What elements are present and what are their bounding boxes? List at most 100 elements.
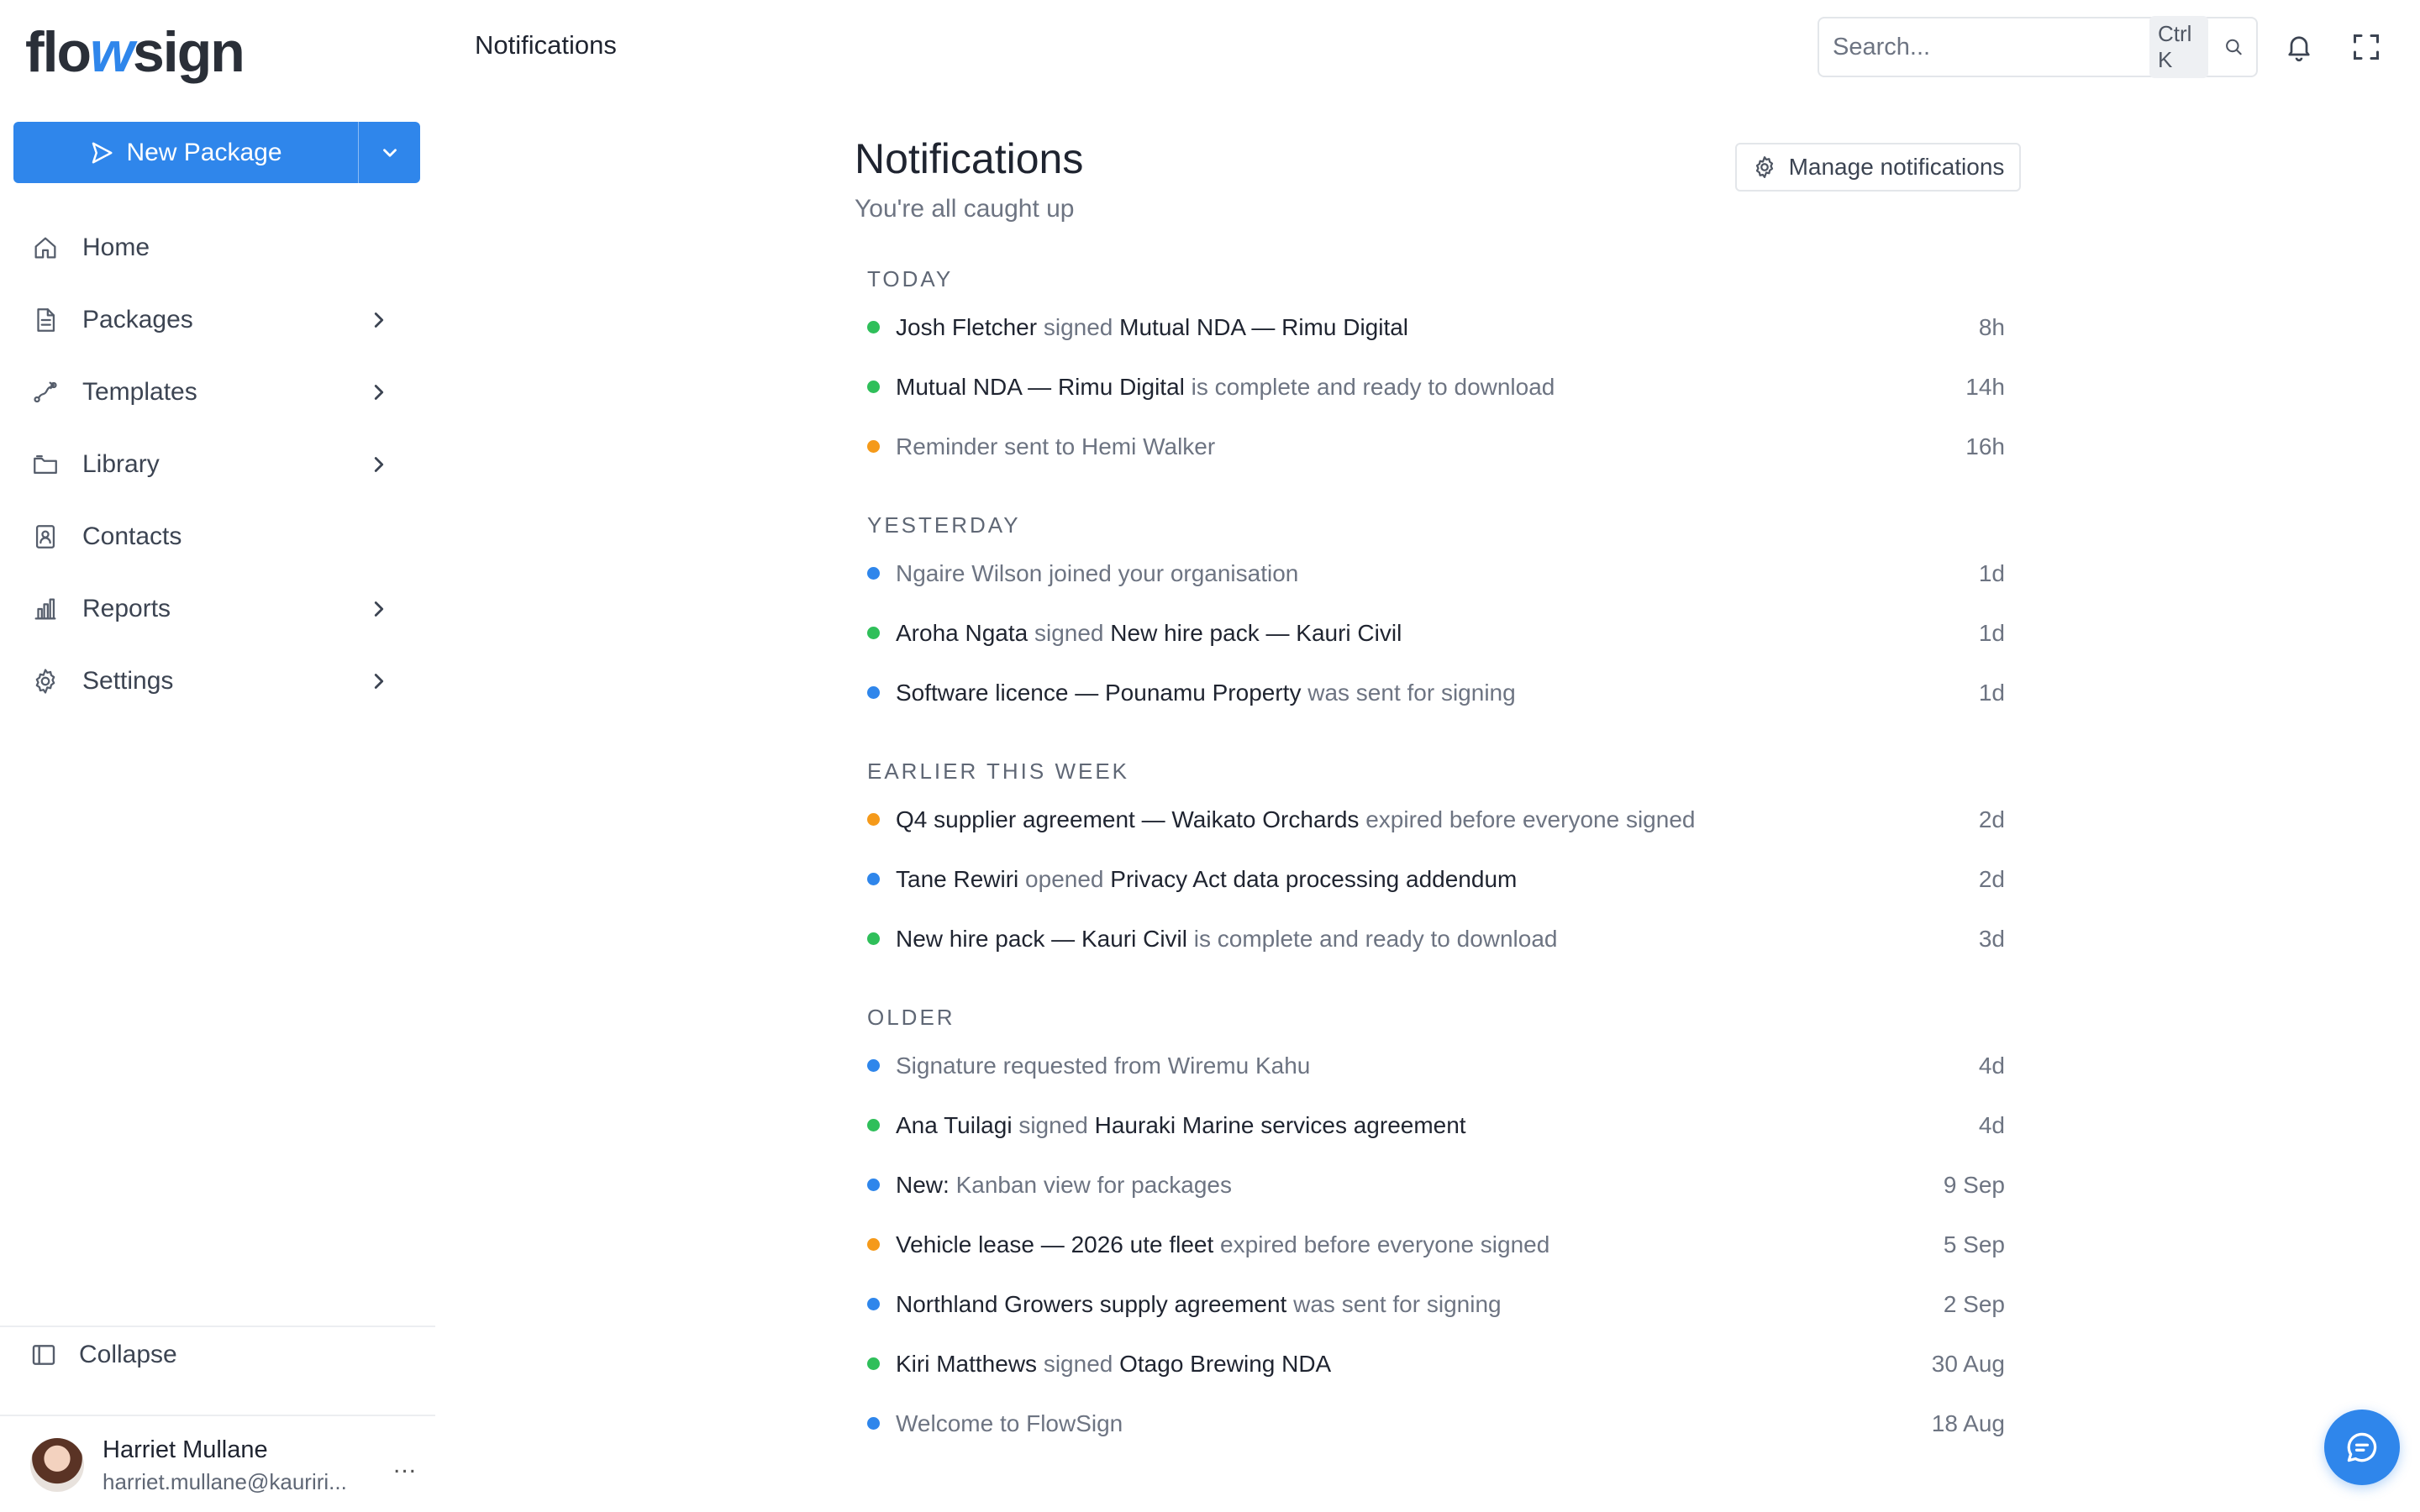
status-dot xyxy=(867,381,880,393)
sidebar-item-settings[interactable]: Settings xyxy=(13,645,408,717)
notification-text: Kiri Matthews signed Otago Brewing NDA xyxy=(896,1351,1909,1378)
notification-text-part: signed xyxy=(1037,313,1120,340)
notification-text: New: Kanban view for packages xyxy=(896,1172,1909,1199)
sidebar-item-contacts[interactable]: Contacts xyxy=(13,501,408,573)
notification-item[interactable]: Ana Tuilagi signed Hauraki Marine servic… xyxy=(867,1095,2010,1155)
sidebar-item-home[interactable]: Home xyxy=(13,212,408,284)
search-input[interactable] xyxy=(1833,33,2149,61)
sidebar-item-reports[interactable]: Reports xyxy=(13,573,408,645)
notification-item[interactable]: Vehicle lease — 2026 ute fleet expired b… xyxy=(867,1215,2010,1274)
sidebar-item-label: Library xyxy=(82,450,160,478)
flowsign-logo[interactable]: flowsign xyxy=(25,18,245,86)
notification-time: 5 Sep xyxy=(1943,1231,2005,1257)
notification-item[interactable]: Welcome to FlowSign 18 Aug xyxy=(867,1394,2010,1453)
notification-time: 8h xyxy=(1978,313,2005,340)
notification-item[interactable]: Mutual NDA — Rimu Digital is complete an… xyxy=(867,357,2010,417)
notification-text: Software licence — Pounamu Property was … xyxy=(896,680,1909,706)
new-package-button[interactable]: New Package xyxy=(13,122,358,183)
notification-item[interactable]: Kiri Matthews signed Otago Brewing NDA 30… xyxy=(867,1334,2010,1394)
notification-text-part: Q4 supplier agreement — Waikato Orchards xyxy=(896,806,1360,832)
new-package-label: New Package xyxy=(126,138,282,166)
chat-button[interactable] xyxy=(2324,1410,2400,1485)
sidebar-item-library[interactable]: Library xyxy=(13,428,408,501)
notification-text-part: Reminder sent to Hemi Walker xyxy=(896,433,1216,459)
search-box: Ctrl K xyxy=(1818,16,2258,78)
sidebar-nav: Home Packages Templates Library Contacts Repo… xyxy=(13,212,408,717)
collapse-label: Collapse xyxy=(79,1341,177,1368)
notification-text-part: Welcome to FlowSign xyxy=(896,1410,1123,1436)
user-profile[interactable]: Harriet Mullane harriet.mullane@kauriri.… xyxy=(30,1430,417,1500)
notification-text: Welcome to FlowSign xyxy=(896,1410,1909,1437)
user-email: harriet.mullane@kauriri... xyxy=(103,1469,347,1494)
sidebar-collapse-icon xyxy=(32,1345,55,1365)
notification-group: TODAY Josh Fletcher signed Mutual NDA — R… xyxy=(867,260,2010,476)
chevron-right-icon[interactable] xyxy=(366,669,392,694)
chevron-right-icon[interactable] xyxy=(366,380,392,405)
notification-time: 1d xyxy=(1978,679,2005,706)
logo-text-2: w xyxy=(90,20,134,84)
notification-text-part: was sent for signing xyxy=(1286,1290,1502,1317)
notification-text: Tane Rewiri opened Privacy Act data proc… xyxy=(896,866,1909,893)
status-dot xyxy=(867,321,880,333)
notification-text: Ana Tuilagi signed Hauraki Marine servic… xyxy=(896,1112,1909,1139)
sidebar-item-packages[interactable]: Packages xyxy=(13,284,408,356)
sidebar-item-label: Reports xyxy=(82,595,171,622)
notification-group: OLDER Signature requested from Wiremu Kah… xyxy=(867,999,2010,1453)
notification-item[interactable]: Northland Growers supply agreement was s… xyxy=(867,1274,2010,1334)
notification-text-part: Mutual NDA — Rimu Digital xyxy=(896,373,1185,400)
notification-text-part: Software licence — Pounamu Property xyxy=(896,679,1302,706)
notification-item[interactable]: Josh Fletcher signed Mutual NDA — Rimu D… xyxy=(867,297,2010,357)
notification-time: 4d xyxy=(1978,1111,2005,1138)
sidebar-divider-2 xyxy=(0,1415,435,1416)
manage-notifications-button[interactable]: Manage notifications xyxy=(1735,143,2021,192)
sidebar-item-label: Packages xyxy=(82,306,193,333)
notification-group: EARLIER THIS WEEK Q4 supplier agreement —… xyxy=(867,753,2010,969)
notification-text-part: is complete and ready to download xyxy=(1187,925,1558,952)
new-package-dropdown-button[interactable] xyxy=(358,122,420,183)
notification-item[interactable]: Aroha Ngata signed New hire pack — Kauri… xyxy=(867,603,2010,663)
notification-text-part: signed xyxy=(1028,619,1111,646)
notification-item[interactable]: Software licence — Pounamu Property was … xyxy=(867,663,2010,722)
notification-item[interactable]: Signature requested from Wiremu Kahu 4d xyxy=(867,1036,2010,1095)
notification-text-part: is complete and ready to download xyxy=(1184,373,1555,400)
chevron-right-icon[interactable] xyxy=(366,307,392,333)
notification-item[interactable]: Reminder sent to Hemi Walker 16h xyxy=(867,417,2010,476)
notification-item[interactable]: New: Kanban view for packages 9 Sep xyxy=(867,1155,2010,1215)
sidebar: flowsign New Package Home Packages Templat… xyxy=(0,0,435,1512)
page-subtitle: You're all caught up xyxy=(855,195,1075,223)
status-dot xyxy=(867,1119,880,1131)
notification-item[interactable]: Q4 supplier agreement — Waikato Orchards… xyxy=(867,790,2010,849)
collapse-button[interactable]: Collapse xyxy=(30,1341,177,1369)
notification-time: 2 Sep xyxy=(1943,1290,2005,1317)
notification-text-part: Josh Fletcher xyxy=(896,313,1038,340)
status-dot xyxy=(867,686,880,699)
notification-text: Ngaire Wilson joined your organisation xyxy=(896,560,1909,587)
notification-time: 9 Sep xyxy=(1943,1171,2005,1198)
more-options-icon[interactable]: ... xyxy=(393,1451,417,1479)
status-dot xyxy=(867,627,880,639)
notification-text: Josh Fletcher signed Mutual NDA — Rimu D… xyxy=(896,314,1909,341)
status-dot xyxy=(867,1417,880,1430)
home-icon xyxy=(30,233,60,263)
notification-item[interactable]: New hire pack — Kauri Civil is complete … xyxy=(867,909,2010,969)
notification-text-part: Tane Rewiri xyxy=(896,865,1019,892)
notification-time: 1d xyxy=(1978,559,2005,586)
notification-item[interactable]: Ngaire Wilson joined your organisation 1d xyxy=(867,543,2010,603)
bell-icon[interactable] xyxy=(2282,30,2316,64)
status-dot xyxy=(867,1179,880,1191)
notification-text-part: Hauraki Marine services agreement xyxy=(1094,1111,1466,1138)
notification-text-part: Aroha Ngata xyxy=(896,619,1028,646)
logo-text-1: flo xyxy=(25,20,92,84)
search-icon[interactable] xyxy=(2223,34,2244,60)
notification-time: 1d xyxy=(1978,619,2005,646)
fullscreen-icon[interactable] xyxy=(2349,30,2383,64)
status-dot xyxy=(867,1298,880,1310)
sidebar-divider xyxy=(0,1326,435,1327)
chevron-right-icon[interactable] xyxy=(366,596,392,622)
sidebar-item-templates[interactable]: Templates xyxy=(13,356,408,428)
chevron-right-icon[interactable] xyxy=(366,452,392,477)
notification-item[interactable]: Tane Rewiri opened Privacy Act data proc… xyxy=(867,849,2010,909)
chevron-down-icon xyxy=(382,148,397,157)
gear-icon xyxy=(1755,156,1773,178)
topbar-title: Notifications xyxy=(475,30,617,60)
